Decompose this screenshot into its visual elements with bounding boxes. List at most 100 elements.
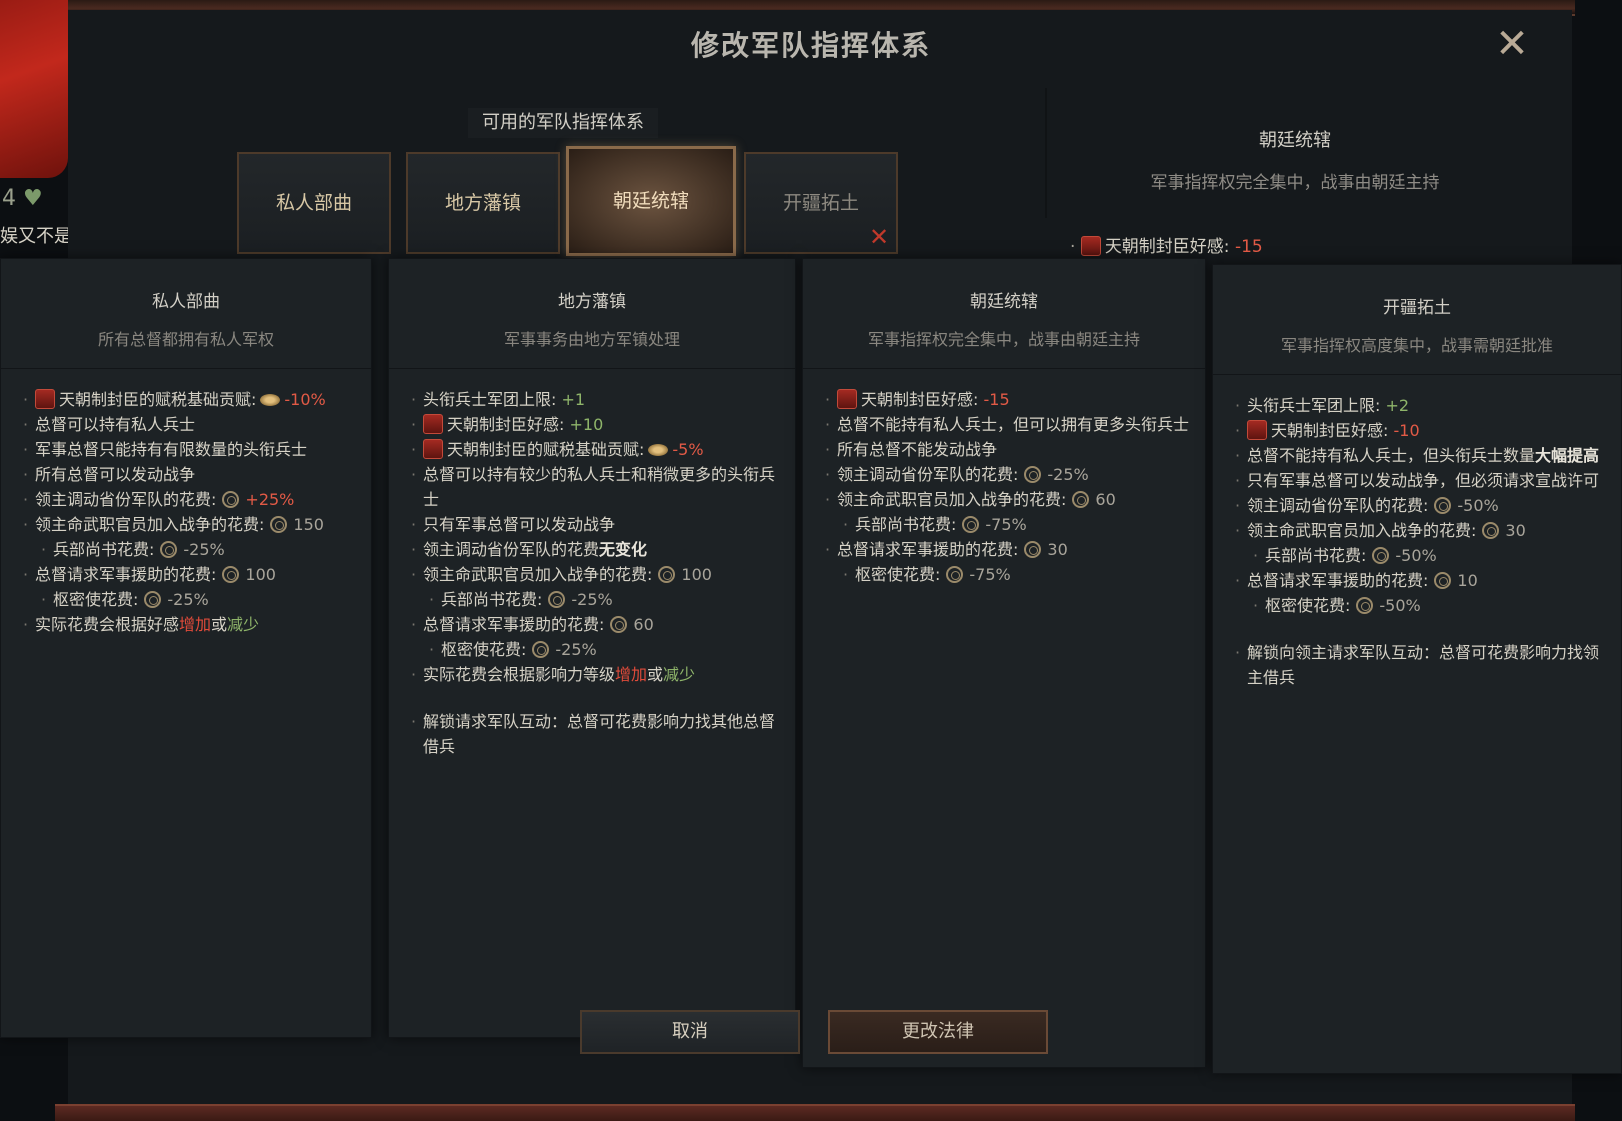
seal-icon [1080,236,1101,256]
effect-value: -50% [1457,496,1499,515]
column-description: 军事指挥权完全集中，战事由朝廷主持 [803,326,1205,369]
change-law-button[interactable]: 更改法律 [828,1010,1048,1054]
tab-expansion[interactable]: 开疆拓土 ✕ [744,152,898,254]
column-effects: 头衔兵士军团上限: +1 天朝制封臣好感: +10 天朝制封臣的赋税基础贡赋: -… [389,369,795,759]
influence-icon [1482,522,1500,539]
effect-value: -25% [555,640,597,659]
coin-icon [260,394,281,406]
decrease-text: 减少 [663,665,696,684]
list-item: 枢密使花费: -25% [411,637,781,662]
effect-value: 30 [1047,540,1068,559]
effect-label: 枢密使花费: [441,640,527,659]
list-item: 领主调动省份军队的花费: -50% [1235,493,1607,518]
list-item: 总督不能持有私人兵士，但可以拥有更多头衔兵士 [825,412,1191,437]
effect-value: 10 [1457,571,1478,590]
list-item: 兵部尚书花费: -25% [411,587,781,612]
effect-label: 天朝制封臣的赋税基础贡赋: [447,440,645,459]
effect-label: 头衔兵士军团上限: [1247,396,1381,415]
effect-value: -50% [1395,546,1437,565]
list-item: 解锁向领主请求军队互动：总督可花费影响力找领主借兵 [1235,640,1607,690]
influence-icon [1072,491,1090,508]
summary-effect: · 天朝制封臣好感: -15 [1070,236,1263,257]
decrease-text: 减少 [227,615,260,634]
effect-label: 领主调动省份军队的花费: [35,490,217,509]
effect-value: -50% [1379,596,1421,615]
effect-label: 领主调动省份军队的花费 [423,540,600,559]
column-effects: 头衔兵士军团上限: +2 天朝制封臣好感: -10 总督不能持有私人兵士，但头衔… [1213,375,1621,690]
effect-label: 总督请求军事援助的花费: [837,540,1019,559]
column-description: 所有总督都拥有私人军权 [1,326,371,369]
effect-text: 实际花费会根据好感 [35,615,180,634]
list-item: 头衔兵士军团上限: +2 [1235,393,1607,418]
column-title: 私人部曲 [152,292,220,312]
list-item: 领主命武职官员加入战争的花费: 150 [23,512,357,537]
effect-label: 总督请求军事援助的花费: [35,565,217,584]
seal-icon [35,389,55,409]
left-stat-value: 4 [2,186,16,211]
effect-value: -25% [571,590,613,609]
list-item: 枢密使花费: -50% [1235,593,1607,618]
influence-icon [1434,497,1452,514]
column-title: 地方藩镇 [558,292,626,312]
list-item: 总督可以持有私人兵士 [23,412,357,437]
list-item: 天朝制封臣好感: -10 [1235,418,1607,443]
tab-label: 开疆拓土 [782,192,859,214]
list-item: 兵部尚书花费: -50% [1235,543,1607,568]
effect-label: 兵部尚书花费: [53,540,155,559]
column-title: 开疆拓土 [1383,298,1451,318]
effect-label: 兵部尚书花费: [441,590,543,609]
seal-icon [423,439,443,459]
effect-label: 总督请求军事援助的花费: [1247,571,1429,590]
effect-value: 大幅提高 [1535,446,1600,465]
tab-label: 朝廷统辖 [612,190,689,212]
effect-value: 100 [681,565,712,584]
list-item: 领主调动省份军队的花费: -25% [825,462,1191,487]
increase-text: 增加 [179,615,212,634]
list-item: 领主命武职官员加入战争的花费: 100 [411,562,781,587]
influence-icon [270,516,288,533]
effect-value: -75% [969,565,1011,584]
list-item: 总督不能持有私人兵士，但头衔兵士数量大幅提高 [1235,443,1607,468]
effect-label: 领主命武职官员加入战争的花费: [837,490,1067,509]
list-item: 所有总督不能发动战争 [825,437,1191,462]
effect-value: -5% [672,440,704,459]
list-item: 实际花费会根据影响力等级增加或减少 [411,662,781,687]
influence-icon [1024,541,1042,558]
tab-court-command[interactable]: 朝廷统辖 [566,146,736,256]
summary-divider [1045,88,1047,218]
column-local-garrison: 地方藩镇 军事事务由地方军镇处理 头衔兵士军团上限: +1 天朝制封臣好感: +… [388,258,796,1038]
effect-value: 60 [633,615,654,634]
column-description: 军事事务由地方军镇处理 [389,326,795,369]
effect-label: 领主命武职官员加入战争的花费: [1247,521,1477,540]
list-item: 总督请求军事援助的花费: 30 [825,537,1191,562]
list-item: 天朝制封臣好感: -15 [825,387,1191,412]
effect-value: +10 [569,415,604,434]
list-item: 军事总督只能持有有限数量的头衔兵士 [23,437,357,462]
summary-description: 军事指挥权完全集中，战事由朝廷主持 [1150,173,1440,193]
influence-icon [610,616,628,633]
close-icon[interactable]: ✕ [1490,22,1534,66]
column-court-command: 朝廷统辖 军事指挥权完全集中，战事由朝廷主持 天朝制封臣好感: -15 总督不能… [802,258,1206,1068]
left-stat: 4 ♥ [2,186,43,211]
influence-icon [532,641,550,658]
list-item: 枢密使花费: -25% [23,587,357,612]
list-item: 只有军事总督可以发动战争 [411,512,781,537]
effect-text: 总督不能持有私人兵士，但头衔兵士数量 [1247,446,1536,465]
list-item: 只有军事总督可以发动战争，但必须请求宣战许可 [1235,468,1607,493]
tab-private-army[interactable]: 私人部曲 [237,152,391,254]
influence-icon [548,591,566,608]
influence-icon [946,566,964,583]
or-text: 或 [211,615,228,634]
seal-icon [1247,420,1267,440]
influence-icon [1372,547,1390,564]
influence-icon [160,541,178,558]
effect-label: 天朝制封臣好感: [861,390,979,409]
effect-label: 领主调动省份军队的花费: [837,465,1019,484]
effect-label: 头衔兵士军团上限: [423,390,557,409]
tab-local-garrison[interactable]: 地方藩镇 [406,152,560,254]
cancel-button[interactable]: 取消 [580,1010,800,1054]
list-item: 实际花费会根据好感增加或减少 [23,612,357,637]
effect-value: +2 [1385,396,1410,415]
effect-label: 领主调动省份军队的花费: [1247,496,1429,515]
influence-icon [1024,466,1042,483]
